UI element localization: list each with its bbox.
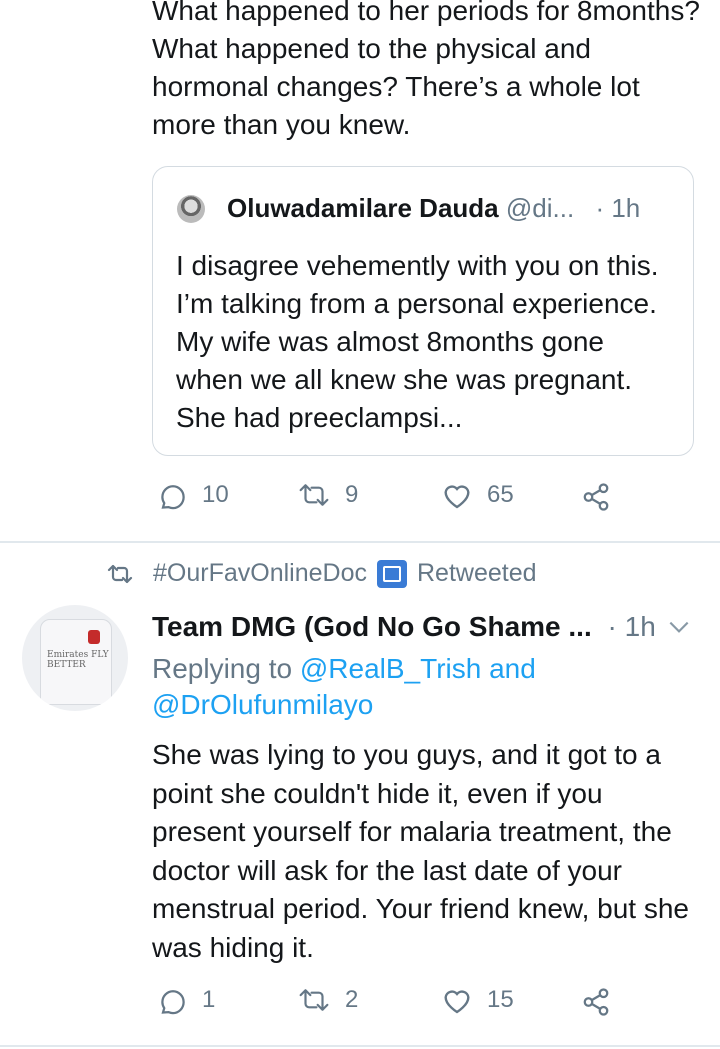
reply-count: 1	[202, 986, 216, 1013]
retweet-button[interactable]: 2	[297, 985, 358, 1015]
reply-count: 10	[202, 481, 229, 508]
like-button[interactable]: 65	[441, 480, 514, 510]
retweet-count: 9	[345, 481, 359, 508]
heart-icon	[444, 485, 470, 509]
share-icon	[583, 483, 609, 511]
like-button[interactable]: 15	[441, 985, 514, 1015]
retweet-icon	[299, 484, 329, 506]
retweeter-name: #OurFavOnlineDoc	[153, 559, 367, 587]
tweet-text: She was lying to you guys, and it got to…	[152, 739, 690, 963]
reply-user-link[interactable]: @DrOlufunmilayo	[152, 689, 373, 720]
tweet-header: Team DMG (God No Go Shame ... · 1h	[152, 610, 656, 644]
quote-header: Oluwadamilare Dauda @di... · 1h	[227, 191, 640, 225]
share-icon	[583, 988, 609, 1016]
avatar[interactable]: Emirates FLY BETTER	[22, 605, 128, 711]
heart-icon	[444, 990, 470, 1014]
quote-author-avatar	[177, 195, 205, 223]
tweet-time: · 1h	[607, 611, 656, 642]
retweet-count: 2	[345, 986, 359, 1013]
reply-icon	[161, 485, 185, 510]
quote-time: · 1h	[595, 193, 641, 223]
tweet-divider	[0, 1045, 720, 1047]
quote-author-handle: @di...	[505, 193, 575, 223]
chevron-down-icon[interactable]	[666, 616, 692, 638]
retweet-button[interactable]: 9	[297, 480, 358, 510]
retweeted-label: Retweeted	[416, 559, 537, 587]
replying-to: Replying to @RealB_Trish and @DrOlufunmi…	[152, 651, 672, 723]
jersey-sponsor-text: Emirates FLY BETTER	[47, 650, 109, 670]
reply-user-link[interactable]: @RealB_Trish	[300, 653, 481, 684]
reply-button[interactable]: 10	[158, 480, 229, 510]
reply-and: and	[489, 653, 536, 684]
club-crest-icon	[88, 630, 100, 644]
replying-prefix: Replying to	[152, 653, 293, 684]
share-button[interactable]	[580, 987, 612, 1017]
tweet-text: What happened to her periods for 8months…	[152, 0, 700, 140]
retweet-icon	[299, 989, 329, 1011]
like-count: 15	[487, 986, 514, 1013]
jersey-image: Emirates FLY BETTER	[40, 619, 112, 705]
quote-text: I disagree vehemently with you on this. …	[176, 250, 659, 433]
quote-author-name: Oluwadamilare Dauda	[227, 193, 499, 223]
doctor-emoji-icon	[376, 559, 407, 588]
tweet-divider	[0, 541, 720, 543]
quoted-tweet-card[interactable]: Oluwadamilare Dauda @di... · 1h I disagr…	[152, 166, 694, 456]
share-button[interactable]	[580, 482, 612, 512]
retweet-icon	[107, 564, 133, 583]
reply-button[interactable]: 1	[158, 985, 215, 1015]
author-name[interactable]: Team DMG (God No Go Shame ...	[152, 611, 592, 642]
retweet-context[interactable]: #OurFavOnlineDoc Retweeted	[105, 559, 537, 588]
like-count: 65	[487, 481, 514, 508]
reply-icon	[161, 990, 185, 1015]
